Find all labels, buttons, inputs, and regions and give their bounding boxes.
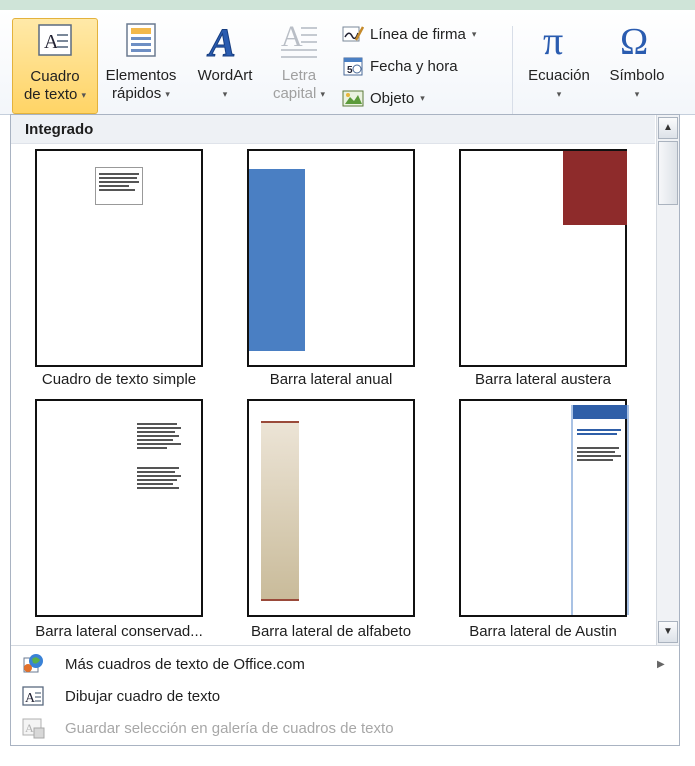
calendar-icon: 5 (343, 57, 363, 76)
scroll-down-button[interactable]: ▼ (658, 621, 678, 643)
gallery-item-label: Barra lateral de alfabeto (250, 623, 412, 640)
object-icon (342, 90, 364, 107)
svg-text:A: A (281, 20, 303, 53)
quick-parts-label-2: rápidos ▾ (112, 85, 170, 102)
text-box-label-2: de texto ▾ (23, 86, 87, 103)
drop-cap-label-2: capital ▾ (272, 85, 326, 102)
submenu-arrow-icon: ▶ (657, 658, 665, 670)
text-box-gallery-panel: Integrado Cuadro de texto simple Barra l… (10, 114, 680, 746)
draw-text-box-icon: A (22, 686, 44, 706)
ribbon-group-separator (512, 26, 513, 118)
equation-label: Ecuación (528, 67, 590, 84)
office-online-icon (23, 654, 43, 673)
gallery-item-label: Barra lateral conservad... (35, 623, 203, 640)
save-selection-label: Guardar selección en galería de cuadros … (65, 719, 394, 737)
draw-text-box-label: Dibujar cuadro de texto (65, 687, 221, 705)
chevron-down-icon: ▾ (222, 89, 228, 100)
text-box-label-1: Cuadro (30, 68, 80, 85)
svg-text:A: A (25, 721, 34, 735)
blue-sidebar-preview (249, 169, 305, 351)
drop-cap-icon: A (281, 20, 317, 58)
gallery-item-austere[interactable] (459, 149, 627, 367)
drop-cap-button[interactable]: A Letra capital ▾ (266, 18, 332, 112)
gallery-item-label: Cuadro de texto simple (41, 371, 197, 388)
wordart-button[interactable]: A WordArt ▾ (188, 18, 262, 112)
chevron-down-icon: ▾ (420, 92, 425, 103)
more-text-boxes-office-menu-item[interactable]: Más cuadros de texto de Office.com ▶ (11, 649, 679, 679)
quick-parts-button[interactable]: Elementos rápidos ▾ (98, 18, 184, 112)
gallery-item-conservative[interactable] (35, 399, 203, 617)
object-button[interactable]: Objeto ▾ (342, 86, 425, 110)
signature-line-icon (342, 26, 364, 42)
simple-text-box-preview (95, 167, 143, 205)
gallery-item-simple[interactable] (35, 149, 203, 367)
quick-parts-label-1: Elementos (105, 67, 177, 84)
svg-text:π: π (543, 20, 563, 60)
scroll-up-button[interactable]: ▲ (658, 117, 678, 139)
ribbon-insert-text-group: A Cuadro de texto ▾ Elementos rápidos ▾ … (0, 10, 695, 118)
menu-divider (11, 645, 679, 646)
chevron-down-icon: ▾ (556, 89, 562, 100)
pi-icon: π (543, 18, 563, 63)
chevron-down-icon: ▾ (165, 89, 170, 100)
quick-parts-icon (126, 23, 156, 57)
gallery-scrollbar[interactable]: ▲ ▼ (656, 115, 679, 645)
scroll-thumb[interactable] (658, 141, 678, 205)
omega-icon: Ω (620, 21, 648, 63)
red-sidebar-preview (563, 151, 627, 225)
save-selection-menu-item[interactable]: A Guardar selección en galería de cuadro… (11, 713, 679, 743)
window-top-strip (0, 0, 695, 10)
object-label: Objeto (370, 89, 415, 107)
svg-text:5: 5 (347, 65, 353, 76)
svg-text:Ω: Ω (620, 21, 648, 60)
gallery-item-austin[interactable] (459, 399, 629, 617)
signature-line-button[interactable]: Línea de firma ▾ (342, 22, 476, 46)
gallery-item-annual[interactable] (247, 149, 415, 367)
save-to-gallery-icon: A (22, 718, 45, 739)
gallery-item-label: Barra lateral austera (475, 371, 611, 388)
equation-button[interactable]: π Ecuación ▾ (520, 18, 598, 112)
chevron-down-icon: ▾ (81, 90, 87, 101)
more-text-boxes-label: Más cuadros de texto de Office.com (65, 655, 305, 673)
chevron-down-icon: ▾ (471, 28, 477, 39)
gallery-item-label: Barra lateral anual (269, 371, 393, 388)
symbol-label: Símbolo (609, 67, 665, 84)
gallery-item-label: Barra lateral de Austin (469, 623, 617, 640)
austin-sidebar-preview (571, 405, 629, 615)
svg-text:A: A (25, 691, 36, 706)
signature-line-label: Línea de firma (370, 25, 466, 43)
text-box-icon: A (38, 24, 72, 56)
chevron-down-icon: ▾ (634, 89, 640, 100)
gallery-heading: Integrado (25, 121, 94, 138)
wordart-label: WordArt (197, 67, 253, 84)
date-time-button[interactable]: 5 Fecha y hora (342, 54, 458, 78)
conservative-text-preview (137, 421, 181, 491)
svg-text:A: A (206, 20, 236, 60)
gallery-item-alphabet[interactable] (247, 399, 415, 617)
text-box-button[interactable]: A Cuadro de texto ▾ (12, 18, 98, 114)
svg-text:A: A (44, 31, 59, 53)
draw-text-box-menu-item[interactable]: A Dibujar cuadro de texto (11, 681, 679, 711)
date-time-label: Fecha y hora (370, 57, 458, 75)
symbol-button[interactable]: Ω Símbolo ▾ (600, 18, 674, 112)
wordart-icon: A (206, 20, 237, 66)
drop-cap-label-1: Letra (281, 67, 317, 84)
gallery-heading-bar: Integrado (11, 115, 655, 144)
alphabet-sidebar-preview (261, 421, 299, 601)
chevron-down-icon: ▾ (320, 89, 326, 100)
